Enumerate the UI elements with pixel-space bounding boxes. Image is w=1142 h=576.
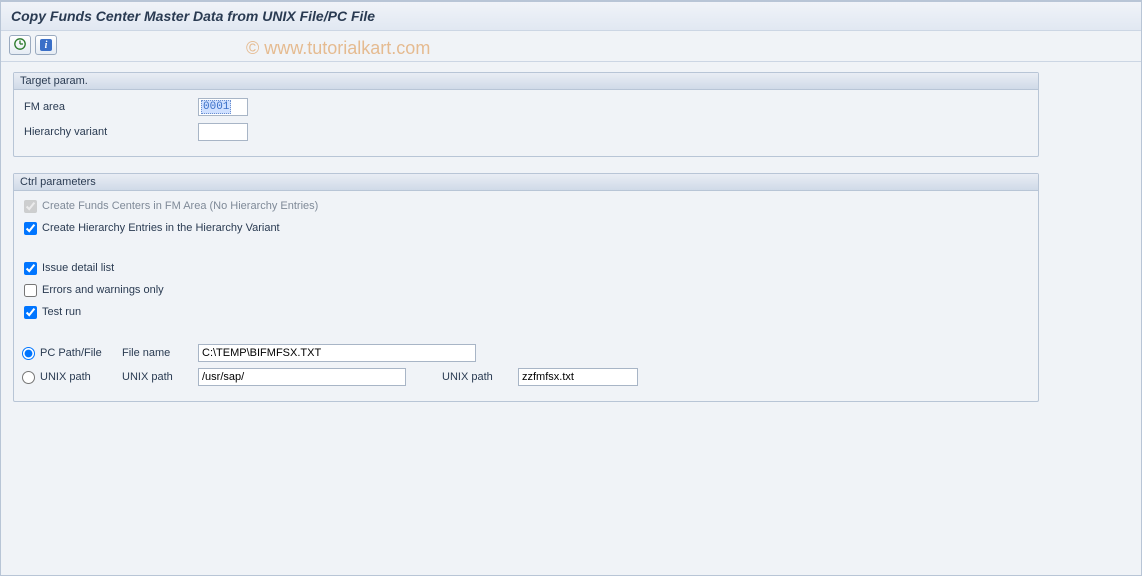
ctrl-parameters-header: Ctrl parameters	[14, 174, 1038, 191]
create-funds-centers-label: Create Funds Centers in FM Area (No Hier…	[42, 200, 318, 212]
ctrl-parameters-group: Ctrl parameters Create Funds Centers in …	[13, 173, 1039, 402]
errors-warnings-label: Errors and warnings only	[42, 284, 164, 296]
fm-area-label: FM area	[22, 101, 198, 113]
unix-path-field-2[interactable]	[518, 368, 638, 386]
hierarchy-variant-label: Hierarchy variant	[22, 126, 198, 138]
info-icon: i	[40, 39, 52, 51]
test-run-label: Test run	[42, 306, 81, 318]
issue-detail-row: Issue detail list	[22, 259, 1030, 277]
issue-detail-checkbox[interactable]	[24, 262, 37, 275]
execute-button[interactable]	[9, 35, 31, 55]
create-hierarchy-checkbox[interactable]	[24, 222, 37, 235]
info-button[interactable]: i	[35, 35, 57, 55]
test-run-checkbox[interactable]	[24, 306, 37, 319]
unix-path-radio[interactable]	[22, 371, 35, 384]
unix-path-field-1[interactable]	[198, 368, 406, 386]
unix-path-row: UNIX path UNIX path UNIX path	[22, 367, 1030, 387]
unix-path-radio-label: UNIX path	[40, 371, 91, 383]
errors-warnings-row: Errors and warnings only	[22, 281, 1030, 299]
unix-path-label-1: UNIX path	[122, 371, 198, 383]
content-area: Target param. FM area 0001 Hierarchy var…	[1, 62, 1141, 428]
fm-area-row: FM area 0001	[22, 96, 1030, 117]
pc-path-radio-label: PC Path/File	[40, 347, 102, 359]
errors-warnings-checkbox[interactable]	[24, 284, 37, 297]
file-name-label: File name	[122, 347, 198, 359]
create-funds-centers-checkbox	[24, 200, 37, 213]
unix-path-label-2: UNIX path	[406, 371, 518, 383]
toolbar: i	[1, 31, 1141, 62]
file-name-field[interactable]	[198, 344, 476, 362]
title-bar: Copy Funds Center Master Data from UNIX …	[1, 1, 1141, 31]
hierarchy-variant-field[interactable]	[198, 123, 248, 141]
create-funds-centers-row: Create Funds Centers in FM Area (No Hier…	[22, 197, 1030, 215]
fm-area-field[interactable]: 0001	[198, 98, 248, 116]
execute-clock-icon	[13, 37, 27, 54]
issue-detail-label: Issue detail list	[42, 262, 114, 274]
pc-path-row: PC Path/File File name	[22, 343, 1030, 363]
app-window: Copy Funds Center Master Data from UNIX …	[0, 0, 1142, 576]
fm-area-value: 0001	[201, 100, 231, 114]
create-hierarchy-row: Create Hierarchy Entries in the Hierarch…	[22, 219, 1030, 237]
hierarchy-variant-row: Hierarchy variant	[22, 121, 1030, 142]
page-title: Copy Funds Center Master Data from UNIX …	[11, 8, 375, 24]
pc-path-radio[interactable]	[22, 347, 35, 360]
test-run-row: Test run	[22, 303, 1030, 321]
create-hierarchy-label: Create Hierarchy Entries in the Hierarch…	[42, 222, 280, 234]
target-param-header: Target param.	[14, 73, 1038, 90]
target-param-group: Target param. FM area 0001 Hierarchy var…	[13, 72, 1039, 157]
